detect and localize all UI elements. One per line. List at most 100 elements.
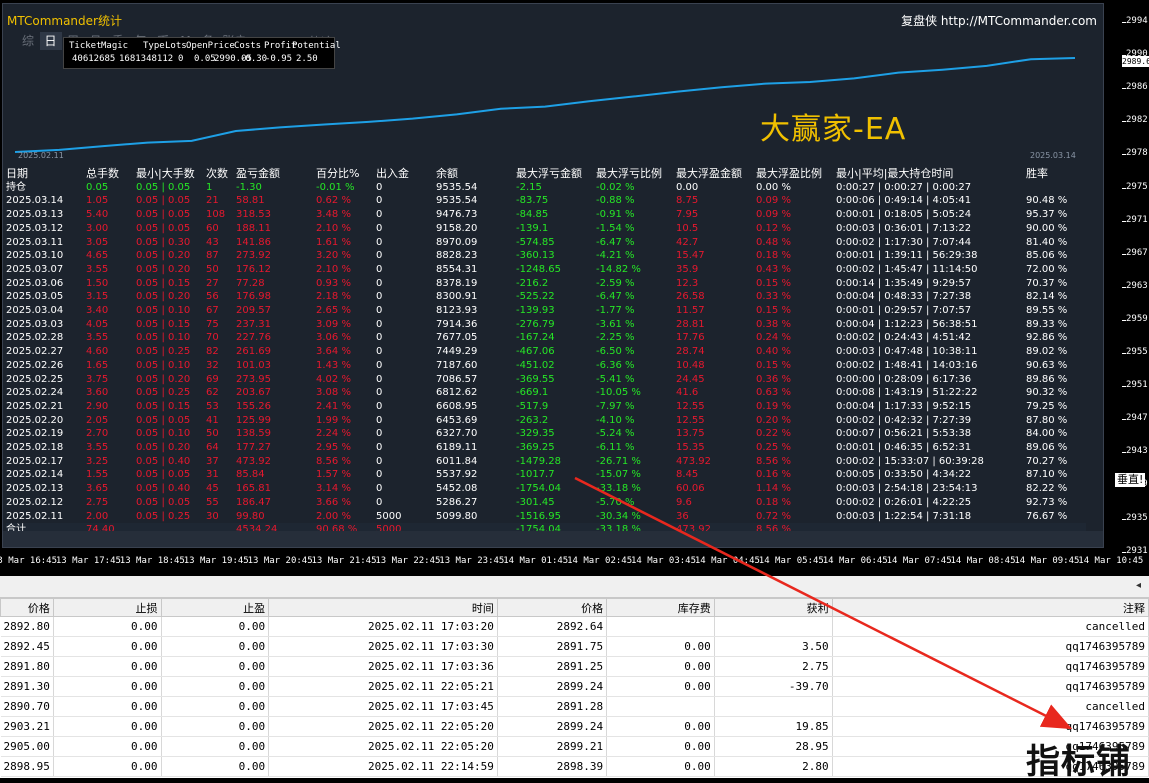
stats-cell: 9.6 [676, 496, 692, 508]
orders-col-header[interactable]: 止损 [52, 598, 162, 617]
orders-col-header[interactable]: 注释 [831, 598, 1149, 617]
order-row[interactable]: 2905.00 0.00 0.00 2025.02.11 22:05:20 2899.2… [0, 736, 1149, 757]
stats-cell: 0 [376, 346, 383, 358]
stats-cell: 8.75 [676, 195, 699, 207]
orders-col-header[interactable]: 止盈 [160, 598, 270, 617]
stats-cell: 0:00:04 | 1:12:23 | 56:38:51 [836, 318, 978, 330]
stats-cell: 0.05 | 0.10 [136, 428, 191, 440]
order-row[interactable]: 2890.70 0.00 0.00 2025.02.11 17:03:45 2891.2… [0, 696, 1149, 717]
stats-cell: 2.24 % [316, 428, 351, 440]
orders-col-header[interactable]: 价格 [496, 598, 608, 617]
time-tick-label: 14 Mar 09:45 [1014, 556, 1080, 566]
stats-cell: -6.50 % [596, 346, 635, 358]
stats-cell: 165.81 [236, 483, 271, 495]
order-cell: 2025.02.11 22:05:20 [268, 736, 498, 757]
stats-cell: 87.10 % [1026, 469, 1068, 481]
stats-cell: 0:00:05 | 0:33:50 | 4:34:22 [836, 469, 972, 481]
stats-cell: 237.31 [236, 318, 271, 330]
stats-cell: 0.00 % [756, 181, 791, 193]
stats-cell: 0.05 | 0.15 [136, 277, 191, 289]
side-tag[interactable]: 垂直! [1115, 473, 1146, 487]
stats-cell: 0.38 % [756, 318, 791, 330]
tab-0[interactable]: 综 [17, 32, 39, 50]
stats-cell: 2025.02.17 [6, 455, 64, 467]
order-cell: 2025.02.11 22:05:20 [268, 716, 498, 737]
order-cell: 2905.00 [0, 736, 54, 757]
stats-cell: 2025.02.13 [6, 483, 64, 495]
stats-cell: 0.05 | 0.25 [136, 510, 191, 522]
stats-cell: 2025.03.07 [6, 263, 64, 275]
stats-cell: 0:00:02 | 1:48:41 | 14:03:16 [836, 359, 978, 371]
order-cell: qq1746395789 [832, 676, 1149, 697]
stats-cell: 77.28 [236, 277, 265, 289]
horizontal-scrollbar[interactable]: ◂ [0, 576, 1149, 598]
stats-row: 2025.02.17 3.25 0.05 | 0.40 37 473.92 8.56 % 0… [6, 455, 1086, 469]
orders-col-header[interactable]: 价格 [0, 598, 54, 617]
stats-cell: 6189.11 [436, 442, 478, 454]
stats-cell: 2025.02.26 [6, 359, 64, 371]
order-row[interactable]: 2891.30 0.00 0.00 2025.02.11 22:05:21 2899.2… [0, 676, 1149, 697]
order-cell: -39.70 [714, 676, 833, 697]
stats-cell: 43 [206, 236, 219, 248]
stats-cell: 0.05 | 0.05 [136, 181, 191, 193]
stats-row: 2025.02.28 3.55 0.05 | 0.10 70 227.76 3.06 % 0… [6, 331, 1086, 345]
order-cell [606, 696, 715, 717]
orders-col-header[interactable]: 获利 [713, 598, 833, 617]
stats-cell: 4.02 % [316, 373, 351, 385]
order-row[interactable]: 2891.80 0.00 0.00 2025.02.11 17:03:36 2891.2… [0, 656, 1149, 677]
equity-end-date: 2025.03.14 [1030, 151, 1076, 160]
order-cell: 0.00 [161, 696, 270, 717]
stats-cell: 0:00:00 | 0:28:09 | 6:17:36 [836, 373, 972, 385]
stats-cell: -467.06 [516, 346, 555, 358]
stats-cell: 2025.03.12 [6, 222, 64, 234]
stats-cell: 473.92 [236, 455, 271, 467]
stats-cell: 2025.02.11 [6, 510, 64, 522]
stats-cell: 17.76 [676, 332, 705, 344]
stats-cell: 6011.84 [436, 455, 478, 467]
stats-cell: 0.05 | 0.40 [136, 483, 191, 495]
order-cell: qq1746395789 [832, 656, 1149, 677]
time-tick-label: 13 Mar 18:45 [119, 556, 185, 566]
stats-cell: 3.55 [86, 332, 109, 344]
stats-cell: -369.55 [516, 373, 555, 385]
stats-cell: 8.45 [676, 469, 699, 481]
stats-cell: 5000 [376, 510, 402, 522]
stats-cell: 1.50 [86, 277, 109, 289]
stats-cell: 95.37 % [1026, 209, 1068, 221]
order-row[interactable]: 2892.45 0.00 0.00 2025.02.11 17:03:30 2891.7… [0, 636, 1149, 657]
stats-cell: 3.66 % [316, 496, 351, 508]
stats-cell: 4.65 [86, 250, 109, 262]
order-cell: 0.00 [161, 676, 270, 697]
order-row[interactable]: 2892.80 0.00 0.00 2025.02.11 17:03:20 2892.6… [0, 616, 1149, 637]
stats-cell: 70.27 % [1026, 455, 1068, 467]
stats-cell: 9535.54 [436, 181, 478, 193]
stats-cell: 2.95 % [316, 442, 351, 454]
stats-cell: 8.56 % [316, 455, 351, 467]
tab-1[interactable]: 日 [39, 32, 62, 50]
stats-cell: 89.02 % [1026, 346, 1068, 358]
order-cell: 2898.95 [0, 756, 54, 777]
price-chart[interactable]: 2994.152990.352986.552982.702978.902975.… [0, 0, 1149, 576]
stats-cell: 0.05 | 0.05 [136, 222, 191, 234]
price-tick-label: 2955.95 [1122, 347, 1149, 357]
link-url[interactable]: http://MTCommander.com [941, 14, 1097, 28]
stats-cell: 0:00:02 | 0:26:01 | 4:22:25 [836, 496, 972, 508]
scroll-left-icon[interactable]: ◂ [1136, 580, 1141, 591]
order-row[interactable]: 2903.21 0.00 0.00 2025.02.11 22:05:20 2899.2… [0, 716, 1149, 737]
order-row[interactable]: 2898.95 0.00 0.00 2025.02.11 22:14:59 2898.3… [0, 756, 1149, 777]
stats-cell: 12.55 [676, 400, 705, 412]
stats-panel: MTCommander统计 复盘侠 http://MTCommander.com… [2, 3, 1104, 548]
stats-cell: 0.00 [676, 181, 699, 193]
stats-cell: 0.48 % [756, 236, 791, 248]
panel-link[interactable]: 复盘侠 http://MTCommander.com [901, 12, 1097, 29]
stats-cell: 2.00 [86, 510, 109, 522]
stats-cell: 7086.57 [436, 373, 478, 385]
stats-col-header: 百分比% [316, 167, 360, 180]
stats-cell: 7914.36 [436, 318, 478, 330]
stats-cell: 5452.08 [436, 483, 478, 495]
stats-cell: 0.72 % [756, 510, 791, 522]
stats-cell: 31 [206, 469, 219, 481]
orders-col-header[interactable]: 时间 [268, 598, 498, 617]
stats-cell: 1.05 [86, 195, 109, 207]
orders-col-header[interactable]: 库存费 [606, 598, 715, 617]
